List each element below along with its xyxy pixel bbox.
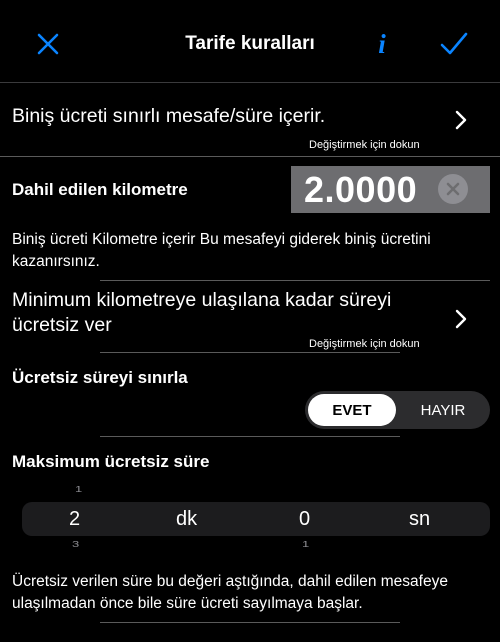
divider [100, 352, 400, 353]
picker-seconds-value[interactable]: 0 [299, 508, 310, 531]
free-time-line-2: ücretsiz ver [12, 314, 112, 336]
free-time-line-1: Minimum kilometreye ulaşılana kadar süre… [12, 289, 392, 311]
chevron-right-icon [455, 309, 467, 329]
picker-minutes-value[interactable]: 2 [69, 508, 80, 531]
option-no[interactable]: HAYIR [399, 394, 487, 426]
info-button[interactable]: i [370, 28, 394, 60]
picker-seconds-unit: sn [409, 508, 431, 530]
max-free-time-label: Maksimum ücretsiz süre [12, 452, 210, 471]
picker-seconds-next: 1 [302, 540, 310, 549]
divider [100, 436, 400, 437]
picker-minutes-next: 3 [72, 540, 80, 549]
picker-minutes-unit: dk [176, 508, 198, 530]
checkmark-icon [440, 32, 468, 55]
clear-icon [446, 182, 460, 196]
included-km-label: Dahil edilen kilometre [12, 180, 188, 199]
tap-to-change-hint: Değiştirmek için dokun [309, 139, 420, 151]
done-button[interactable] [436, 28, 472, 60]
divider [0, 156, 500, 157]
included-km-description: Biniş ücreti Kilometre içerir Bu mesafey… [12, 231, 431, 270]
picker-minutes-prev: 1 [75, 485, 83, 494]
included-km-value: 2.0000 [304, 168, 418, 210]
option-yes[interactable]: EVET [308, 394, 396, 426]
divider [100, 280, 490, 281]
limit-free-time-label: Ücretsiz süreyi sınırla [12, 368, 188, 387]
navigation-bar: Tarife kuralları i [0, 0, 500, 83]
page-title: Tarife kuralları [185, 33, 315, 54]
chevron-right-icon [455, 110, 467, 130]
tap-to-change-hint: Değiştirmek için dokun [309, 338, 420, 350]
info-icon: i [378, 28, 386, 59]
included-km-input[interactable]: 2.0000 [291, 166, 490, 213]
limit-free-time-toggle: EVET HAYIR [305, 391, 490, 429]
max-free-time-description: Ücretsiz verilen süre bu değeri aştığınd… [12, 573, 448, 612]
divider [100, 622, 400, 623]
fare-rule-text: Biniş ücreti sınırlı mesafe/süre içerir. [12, 105, 326, 127]
clear-button[interactable] [438, 174, 468, 204]
